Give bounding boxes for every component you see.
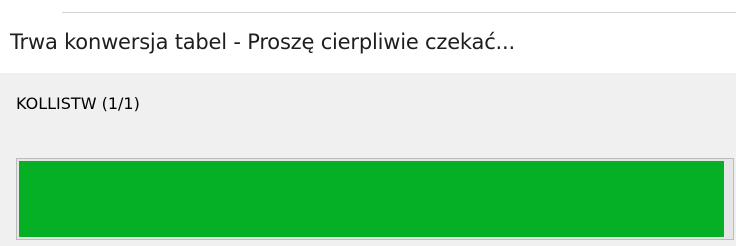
dialog-title: Trwa konwersja tabel - Proszę cierpliwie… <box>10 30 515 54</box>
current-table-label: KOLLISTW (1/1) <box>16 94 140 113</box>
conversion-progress-dialog: Trwa konwersja tabel - Proszę cierpliwie… <box>0 0 736 246</box>
progress-bar <box>16 158 734 240</box>
progress-bar-fill <box>19 161 724 237</box>
